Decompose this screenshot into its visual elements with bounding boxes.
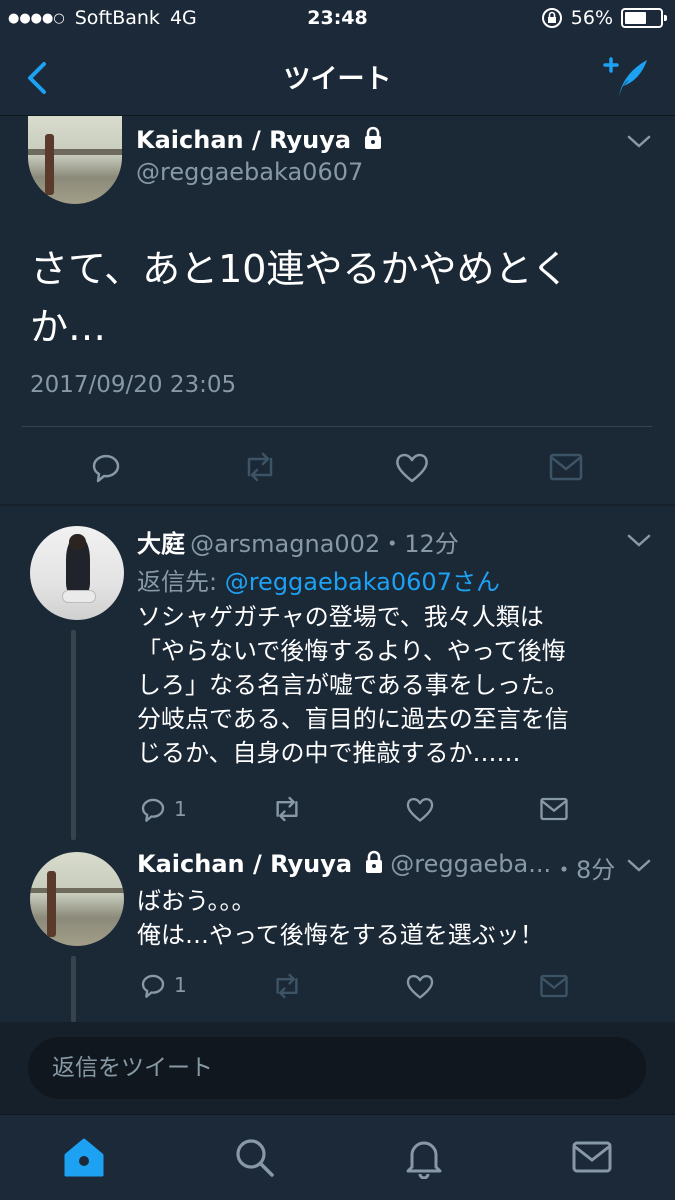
status-right: 56% — [541, 7, 667, 29]
reply-text-line: ソシャゲガチャの登場で、我々人類は — [137, 603, 544, 631]
author-name-row: Kaichan / Ryuya — [136, 126, 384, 154]
author-name[interactable]: Kaichan / Ryuya — [137, 850, 352, 878]
author-name[interactable]: Kaichan / Ryuya — [136, 126, 351, 154]
retweet-icon[interactable] — [270, 795, 304, 823]
retweet-icon — [276, 973, 298, 999]
author-name[interactable]: 大庭 — [137, 530, 185, 558]
reply-icon[interactable] — [88, 449, 124, 485]
chevron-down-icon[interactable] — [626, 858, 652, 874]
author-handle[interactable]: @reggaeba... — [390, 850, 551, 878]
reply-text-line: 俺は…やって後悔をする道を選ぶッ！ — [137, 921, 544, 949]
reply-button[interactable]: 1 — [138, 794, 187, 824]
lock-icon — [366, 850, 383, 873]
reply-text-line: じるか、自身の中で推敲するか…… — [137, 739, 521, 767]
reply-text-line: しろ」なる名言が嘘である事をしった。 — [137, 671, 569, 699]
tweet-time: ・12分 — [380, 530, 459, 558]
nav-bar: ツイート — [0, 38, 675, 116]
battery-percent: 56% — [570, 7, 613, 29]
home-icon[interactable] — [62, 1135, 106, 1179]
compose-tweet-icon[interactable] — [603, 56, 649, 98]
tweet-text-line: さて、あと10連やるかやめとく — [30, 247, 570, 291]
divider — [22, 426, 652, 427]
message-icon[interactable] — [539, 796, 569, 822]
reply-header: Kaichan / Ryuya @reggaeba... — [137, 850, 551, 878]
rotation-lock-icon — [541, 8, 562, 28]
reply-text: ばおう。。。 俺は…やって後悔をする道を選ぶッ！ — [137, 884, 544, 952]
tab-bar — [0, 1114, 675, 1200]
notifications-icon[interactable] — [402, 1135, 446, 1179]
like-icon[interactable] — [394, 450, 430, 484]
chevron-down-icon[interactable] — [626, 533, 652, 549]
avatar[interactable] — [30, 526, 124, 620]
message-icon — [540, 974, 568, 998]
like-icon[interactable] — [405, 795, 435, 823]
reply-composer: 返信をツイート — [0, 1022, 675, 1114]
reply-to: 返信先: @reggaebaka0607さん — [137, 562, 500, 597]
reply-button[interactable]: 1 — [138, 970, 187, 1000]
chevron-down-icon[interactable] — [626, 134, 652, 150]
reply-icon — [141, 974, 165, 998]
author-handle[interactable]: @reggaebaka0607 — [136, 158, 363, 186]
reply-text-line: 「やらないで後悔するより、やって後悔 — [137, 637, 566, 665]
reply-to-handle[interactable]: @reggaebaka0607さん — [225, 568, 500, 596]
tweet-text: さて、あと10連やるかやめとく か… — [30, 240, 630, 356]
retweet-icon — [247, 452, 273, 482]
tweet-text-line: か… — [30, 305, 107, 349]
reply-to-label: 返信先: — [137, 568, 225, 596]
reply-text-line: 分岐点である、盲目的に過去の至言を信 — [137, 705, 569, 733]
lock-icon — [365, 126, 382, 149]
reply-input[interactable]: 返信をツイート — [28, 1037, 646, 1099]
page-title: ツイート — [283, 64, 392, 95]
tweet-timestamp: 2017/09/20 23:05 — [30, 372, 237, 398]
author-handle[interactable]: @arsmagna002 — [190, 530, 380, 558]
battery-icon — [621, 8, 667, 28]
tweet-time: ・8分 — [552, 856, 616, 884]
status-bar: ●●●●○ SoftBank 4G 23:48 56% — [0, 0, 675, 38]
reply-count: 1 — [174, 797, 187, 821]
reply-text: ソシャゲガチャの登場で、我々人類は 「やらないで後悔するより、やって後悔 しろ」… — [137, 600, 569, 770]
reply-icon — [141, 798, 165, 822]
messages-icon[interactable] — [570, 1135, 614, 1179]
reply-header: 大庭 @arsmagna002・12分 — [137, 524, 459, 559]
search-icon[interactable] — [232, 1135, 276, 1179]
reply-text-line: ばおう。。。 — [137, 887, 256, 915]
like-icon[interactable] — [405, 972, 435, 1000]
thread-line — [71, 956, 76, 1022]
reply-count: 1 — [174, 973, 187, 997]
avatar[interactable] — [30, 852, 124, 946]
message-icon[interactable] — [548, 452, 584, 482]
thread-line — [71, 630, 76, 840]
